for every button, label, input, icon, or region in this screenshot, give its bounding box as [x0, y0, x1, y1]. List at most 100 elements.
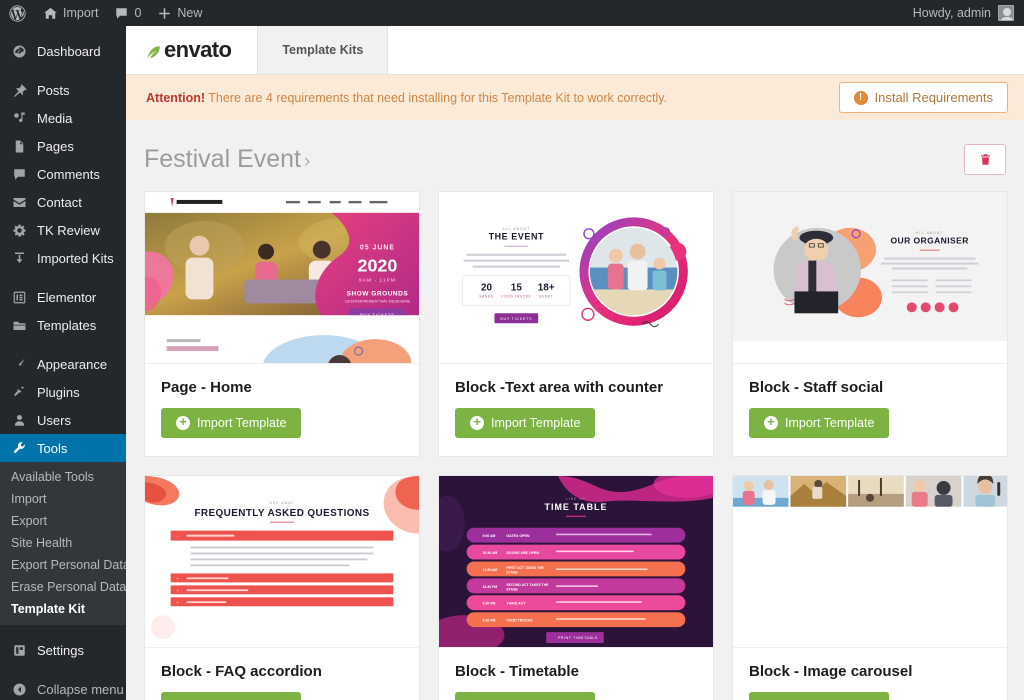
- sidebar-item-pages[interactable]: Pages: [0, 132, 126, 160]
- envelope-icon: [11, 195, 28, 210]
- svg-text:FOOD TRUCKS: FOOD TRUCKS: [502, 294, 532, 298]
- sidebar-item-tools[interactable]: Tools: [0, 434, 126, 462]
- svg-text:BUY TICKETS: BUY TICKETS: [500, 317, 532, 321]
- submenu-item-import[interactable]: Import: [0, 488, 126, 510]
- import-template-label: Import Template: [197, 416, 287, 430]
- sidebar-item-settings[interactable]: Settings: [0, 636, 126, 664]
- svg-text:THE EVENT: THE EVENT: [489, 232, 545, 242]
- admin-bar-item-import[interactable]: Import: [35, 0, 106, 26]
- sidebar-label: Appearance: [37, 356, 108, 372]
- svg-text:20: 20: [481, 282, 493, 293]
- sidebar-item-imported-kits[interactable]: Imported Kits: [0, 244, 126, 272]
- submenu-item-site-health[interactable]: Site Health: [0, 532, 126, 554]
- template-card[interactable]: 05 JUNE 2020 9AM - 11PM SHOW GROUNDS 116…: [144, 191, 420, 457]
- import-template-button[interactable]: + Import Template: [455, 692, 596, 700]
- submenu-item-erase-personal-data[interactable]: Erase Personal Data: [0, 576, 126, 598]
- tab-template-kits[interactable]: Template Kits: [257, 26, 389, 74]
- card-title: Block -Text area with counter: [455, 379, 664, 396]
- import-template-button[interactable]: + Import Template: [161, 408, 302, 438]
- menu-separator-2: [0, 272, 126, 283]
- sidebar-item-plugins[interactable]: Plugins: [0, 378, 126, 406]
- svg-text:18+: 18+: [538, 282, 555, 293]
- admin-bar-item-new[interactable]: New: [149, 0, 210, 26]
- svg-text:STAGE: STAGE: [506, 570, 518, 574]
- delete-kit-button[interactable]: [964, 144, 1006, 175]
- sidebar-item-dashboard[interactable]: Dashboard: [0, 37, 126, 65]
- menu-spacer-top: [0, 26, 126, 37]
- sidebar-item-elementor[interactable]: Elementor: [0, 283, 126, 311]
- pages-icon: [11, 139, 28, 154]
- page-home-preview: 05 JUNE 2020 9AM - 11PM SHOW GROUNDS 116…: [145, 192, 419, 364]
- template-card[interactable]: Block - Image carousel + Import Template: [732, 475, 1008, 700]
- svg-text:FOOD TRUCKS: FOOD TRUCKS: [506, 619, 533, 623]
- svg-text:SECOND ACT TAKES THE: SECOND ACT TAKES THE: [506, 583, 549, 587]
- page-title-text: Festival Event: [144, 145, 302, 173]
- sidebar-item-appearance[interactable]: Appearance: [0, 350, 126, 378]
- sidebar-label: Pages: [37, 138, 74, 154]
- sidebar-label: Tools: [37, 440, 68, 456]
- svg-text:9AM - 11PM: 9AM - 11PM: [359, 277, 396, 283]
- sidebar-label: Contact: [37, 194, 82, 210]
- sidebar-item-templates[interactable]: Templates: [0, 311, 126, 339]
- submenu-item-available-tools[interactable]: Available Tools: [0, 466, 126, 488]
- card-body: Block - Staff social + Import Template: [733, 364, 1007, 456]
- svg-text:05 JUNE: 05 JUNE: [360, 245, 395, 252]
- sidebar-item-contact[interactable]: Contact: [0, 188, 126, 216]
- sidebar-label: Elementor: [37, 289, 97, 305]
- pin-icon: [11, 83, 28, 98]
- card-title: Block - Staff social: [749, 379, 884, 396]
- import-template-button[interactable]: + Import Template: [749, 692, 890, 700]
- plus-icon: [157, 6, 172, 21]
- template-card[interactable]: ALL ABOUT OUR ORGANISER Block - Staff so…: [732, 191, 1008, 457]
- import-template-button[interactable]: + Import Template: [455, 408, 596, 438]
- main-content: envato Template Kits Attention! There ar…: [126, 26, 1024, 700]
- admin-sidebar: Dashboard Posts Media Pages Comments Con…: [0, 26, 126, 700]
- admin-bar-item-comments[interactable]: 0: [106, 0, 149, 26]
- svg-text:11:30 AM: 11:30 AM: [483, 568, 498, 572]
- sidebar-label: Comments: [37, 166, 100, 182]
- sidebar-item-posts[interactable]: Posts: [0, 76, 126, 104]
- sidebar-item-media[interactable]: Media: [0, 104, 126, 132]
- folder-icon: [11, 318, 28, 333]
- notice-text: Attention! There are 4 requirements that…: [146, 91, 667, 105]
- envato-leaf-icon: [146, 45, 161, 60]
- admin-bar-account[interactable]: Howdy, admin: [913, 5, 1024, 21]
- import-template-button[interactable]: + Import Template: [749, 408, 890, 438]
- template-card[interactable]: LINE UP TIME TABLE 9:00 AM GATES OPEN 10…: [438, 475, 714, 700]
- wordpress-logo-button[interactable]: [0, 0, 35, 26]
- template-kit-header: envato Template Kits: [126, 26, 1024, 75]
- user-icon: [11, 413, 28, 428]
- sidebar-label: Settings: [37, 642, 84, 658]
- svg-text:FREQUENTLY ASKED QUESTIONS: FREQUENTLY ASKED QUESTIONS: [194, 508, 369, 519]
- collapse-icon: [11, 682, 28, 697]
- template-grid: 05 JUNE 2020 9AM - 11PM SHOW GROUNDS 116…: [126, 191, 1024, 700]
- sidebar-item-comments[interactable]: Comments: [0, 160, 126, 188]
- template-card[interactable]: ALL ABOUT THE EVENT 20 BANDS 15 FOOD TRU…: [438, 191, 714, 457]
- card-title: Block - Image carousel: [749, 663, 913, 680]
- avatar: [998, 5, 1014, 21]
- collapse-menu-button[interactable]: Collapse menu: [0, 675, 126, 700]
- sidebar-label: Dashboard: [37, 43, 101, 59]
- menu-separator-4: [0, 625, 126, 636]
- collapse-menu-label: Collapse menu: [37, 681, 124, 697]
- faq-accordion-preview: ASK AWAY FREQUENTLY ASKED QUESTIONS - + …: [145, 476, 419, 648]
- template-card[interactable]: ASK AWAY FREQUENTLY ASKED QUESTIONS - + …: [144, 475, 420, 700]
- import-template-button[interactable]: + Import Template: [161, 692, 302, 700]
- install-requirements-button[interactable]: ! Install Requirements: [838, 82, 1008, 113]
- submenu-item-export-personal-data[interactable]: Export Personal Data: [0, 554, 126, 576]
- submenu-item-export[interactable]: Export: [0, 510, 126, 532]
- sidebar-item-users[interactable]: Users: [0, 406, 126, 434]
- svg-text:LINE UP: LINE UP: [566, 497, 585, 501]
- menu-separator-1: [0, 65, 126, 76]
- sidebar-item-tk-review[interactable]: TK Review: [0, 216, 126, 244]
- submenu-item-template-kit[interactable]: Template Kit: [0, 598, 126, 620]
- plus-circle-icon: +: [176, 415, 190, 430]
- svg-text:9:00 AM: 9:00 AM: [483, 534, 496, 538]
- svg-text:BANDS: BANDS: [480, 294, 494, 298]
- svg-text:2020: 2020: [358, 256, 398, 276]
- notice-strong: Attention!: [146, 90, 206, 105]
- media-icon: [11, 111, 28, 126]
- page-title: Festival Event ›: [144, 145, 310, 174]
- sidebar-label: Templates: [37, 317, 97, 333]
- comment-icon: [11, 167, 28, 182]
